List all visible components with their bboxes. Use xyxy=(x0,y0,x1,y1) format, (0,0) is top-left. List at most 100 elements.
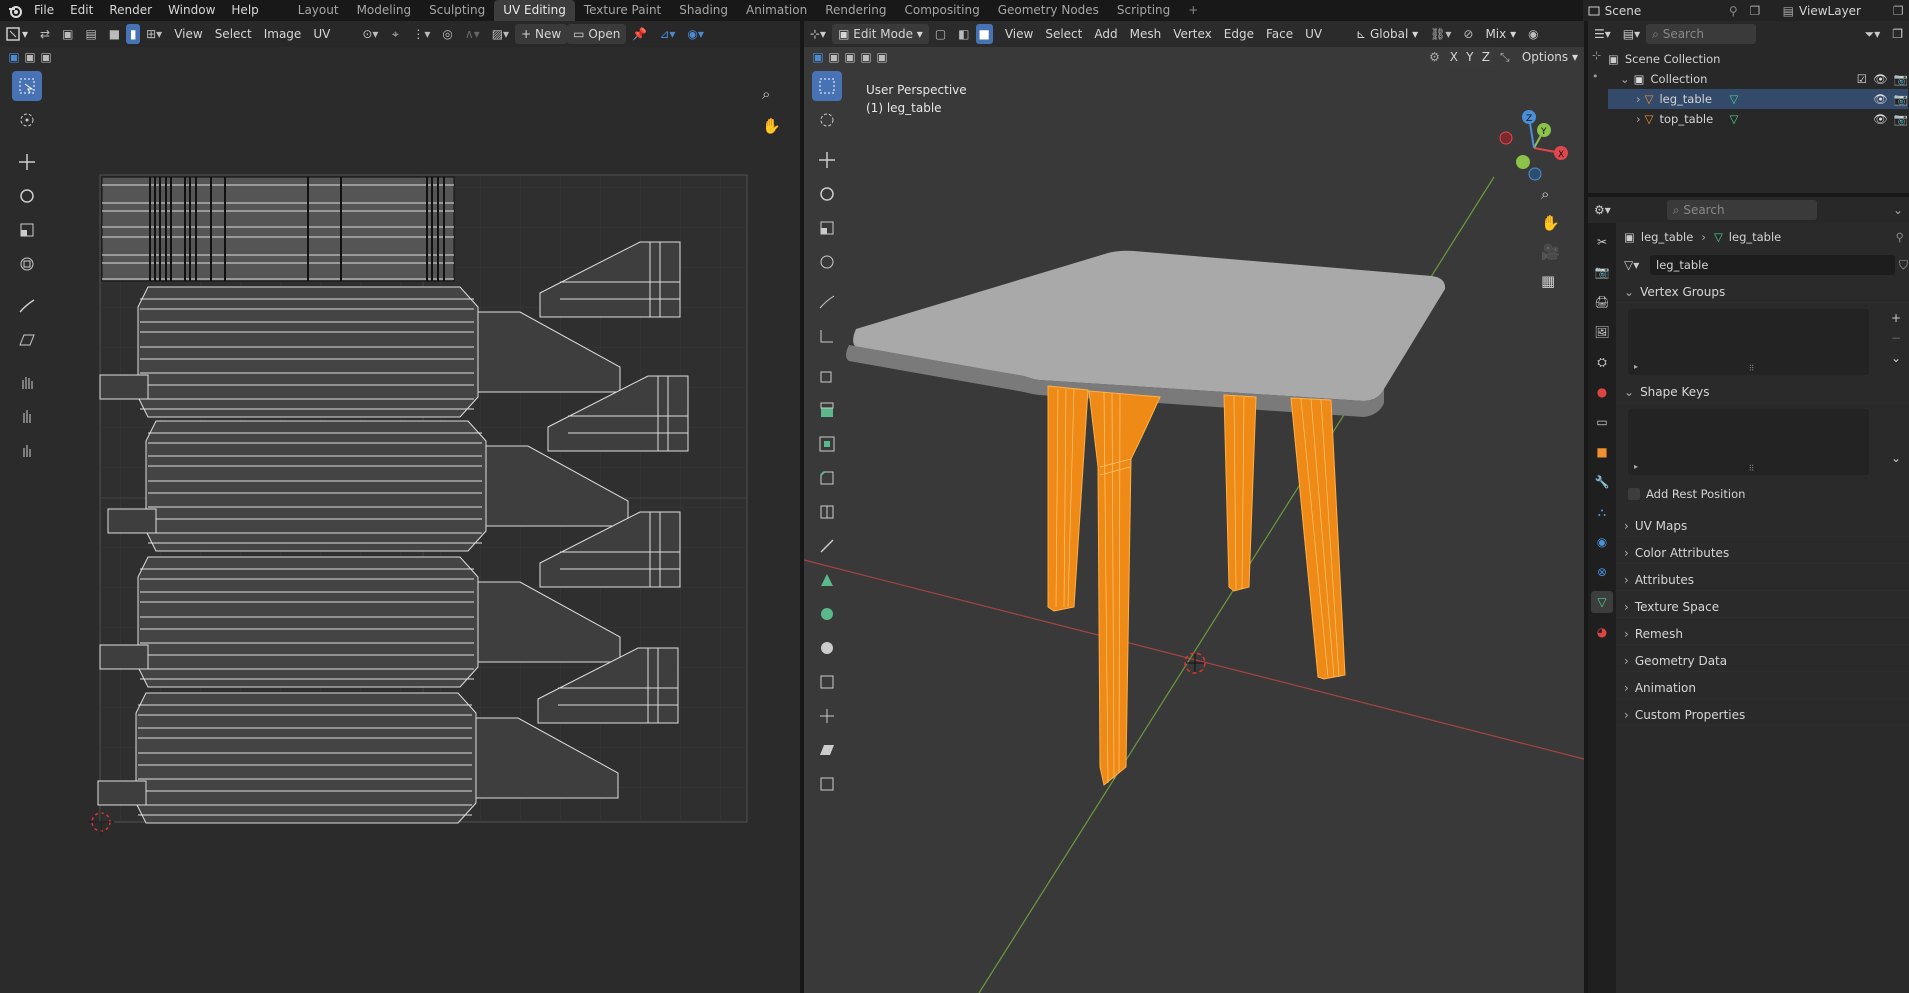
vertex-groups-header[interactable]: ⌄ Vertex Groups xyxy=(1616,281,1909,303)
vp-move-tool[interactable] xyxy=(812,145,842,175)
inset-tool[interactable] xyxy=(812,429,842,459)
tab-rendering[interactable]: Rendering xyxy=(816,0,895,21)
menu-edit[interactable]: Edit xyxy=(62,0,101,21)
new-view-layer-icon[interactable]: ❐ xyxy=(1887,0,1909,22)
uv-select-menu[interactable]: Select xyxy=(209,24,258,44)
orientation-dropdown[interactable]: ⊾ Global ▾ xyxy=(1350,24,1424,44)
top-table-visibility-icon[interactable]: 👁 xyxy=(1873,112,1888,126)
object-tab-icon[interactable]: ■ xyxy=(1591,441,1613,463)
tab-layout[interactable]: Layout xyxy=(289,0,348,21)
vp-transform-tool[interactable] xyxy=(812,247,842,277)
render-tab-icon[interactable]: 📷 xyxy=(1591,261,1613,283)
viewport-editor-type-button[interactable]: ⊹▾ xyxy=(804,24,832,44)
mirror-icon[interactable]: ⚙ xyxy=(1423,47,1446,67)
add-rest-position-row[interactable]: Add Rest Position xyxy=(1628,483,1909,505)
editor-type-button[interactable]: ▾ xyxy=(0,24,34,44)
view-layer-tab-icon[interactable]: 🖼 xyxy=(1591,321,1613,343)
new-collection-icon[interactable]: ❐ xyxy=(1886,24,1909,44)
top-table-data-icon[interactable]: ▽ xyxy=(1729,112,1873,126)
viewport-add-menu[interactable]: Add xyxy=(1088,24,1123,44)
vp-selection-intersect-icon[interactable]: ▣ xyxy=(874,47,890,67)
scene-collection-row[interactable]: ▣ Scene Collection xyxy=(1608,49,1908,69)
mesh-data-browse-icon[interactable]: ▽▾ xyxy=(1624,258,1650,272)
pivot-point-icon[interactable]: ⛓▾ xyxy=(1424,24,1457,44)
tab-compositing[interactable]: Compositing xyxy=(895,0,988,21)
edge-slide-tool[interactable] xyxy=(812,667,842,697)
shape-keys-resize-handle[interactable]: ⠿ xyxy=(1749,464,1755,473)
tab-texture-paint[interactable]: Texture Paint xyxy=(575,0,670,21)
options-dropdown[interactable]: Options ▾ xyxy=(1516,47,1584,67)
outliner-item-leg-table[interactable]: › ▽ leg_table ▽ 👁 📷 xyxy=(1608,89,1908,109)
collection-checkbox[interactable]: ☑ xyxy=(1857,72,1867,86)
viewport-mesh-menu[interactable]: Mesh xyxy=(1124,24,1168,44)
display-mode-icon[interactable]: ▤▾ xyxy=(1617,24,1646,44)
vp-annotate-tool[interactable] xyxy=(812,287,842,317)
select-mode-island-icon[interactable]: ▮ xyxy=(126,24,141,44)
uv-canvas[interactable] xyxy=(0,67,800,993)
viewport-uv-menu[interactable]: UV xyxy=(1299,24,1328,44)
outliner-editor-type-button[interactable]: ☰▾ xyxy=(1588,24,1617,44)
snap-icon[interactable]: ⌖ xyxy=(384,24,406,44)
remesh-section[interactable]: › Remesh xyxy=(1616,623,1909,645)
leg-table-mesh[interactable] xyxy=(1047,385,1346,786)
tool-tab-icon[interactable]: ✂ xyxy=(1591,231,1613,253)
gizmo-toggle-icon[interactable]: ⊿▾ xyxy=(653,24,681,44)
select-mode-edge-icon[interactable]: ▤ xyxy=(79,24,102,44)
selection-subtract-icon[interactable]: ▣ xyxy=(38,47,54,67)
vp-pan-icon[interactable]: ✋ xyxy=(1541,214,1560,232)
top-table-mesh[interactable] xyxy=(846,250,1446,417)
viewport-edge-menu[interactable]: Edge xyxy=(1218,24,1260,44)
snap-target-icon[interactable]: ⋮▾ xyxy=(406,24,436,44)
tab-sculpting[interactable]: Sculpting xyxy=(420,0,494,21)
outliner-item-top-table[interactable]: › ▽ top_table ▽ 👁 📷 xyxy=(1608,109,1908,129)
shape-keys-filter-icon[interactable]: ▸ xyxy=(1634,462,1638,471)
viewport-face-menu[interactable]: Face xyxy=(1260,24,1299,44)
vertex-group-specials-button[interactable]: ⌄ xyxy=(1891,351,1901,365)
sticky-select-icon[interactable]: ⊞▾ xyxy=(140,24,168,44)
edge-select-mode-icon[interactable]: ◧ xyxy=(952,24,975,44)
vp-cursor-tool[interactable] xyxy=(812,105,842,135)
tab-uv-editing[interactable]: UV Editing xyxy=(494,0,575,21)
leg-table-render-icon[interactable]: 📷 xyxy=(1894,92,1908,106)
shrink-fatten-tool[interactable] xyxy=(812,701,842,731)
vertex-groups-filter-icon[interactable]: ▸ xyxy=(1634,362,1638,371)
menu-help[interactable]: Help xyxy=(223,0,266,21)
scene-name[interactable]: Scene xyxy=(1605,4,1723,18)
add-cube-tool[interactable] xyxy=(812,361,842,391)
mirror-y-toggle[interactable]: Y xyxy=(1461,47,1478,67)
image-browse-icon[interactable]: ▨▾ xyxy=(486,24,515,44)
knife-tool[interactable] xyxy=(812,531,842,561)
mirror-x-toggle[interactable]: X xyxy=(1445,47,1462,67)
top-table-render-icon[interactable]: 📷 xyxy=(1894,112,1908,126)
vp-scale-tool[interactable] xyxy=(812,213,842,243)
outliner-search-field[interactable]: ⌕ Search xyxy=(1646,24,1757,44)
uv-view-menu[interactable]: View xyxy=(168,24,208,44)
physics-tab-icon[interactable]: ◉ xyxy=(1591,531,1613,553)
selection-extend-icon[interactable]: ▣ xyxy=(22,47,38,67)
vp-measure-tool[interactable] xyxy=(812,321,842,351)
select-mode-face-icon[interactable]: ■ xyxy=(103,24,126,44)
vertex-group-remove-button[interactable]: − xyxy=(1891,331,1901,345)
data-tab-icon[interactable]: ▽ xyxy=(1591,591,1613,613)
collection-render-icon[interactable]: 📷 xyxy=(1894,72,1908,86)
view-layer-name[interactable]: ViewLayer xyxy=(1799,4,1887,18)
breadcrumb-pin-icon[interactable]: ⚲ xyxy=(1896,230,1904,244)
tab-scripting[interactable]: Scripting xyxy=(1108,0,1179,21)
proportional-editing-icon[interactable]: ◉ xyxy=(1522,24,1544,44)
geometry-data-section[interactable]: › Geometry Data xyxy=(1616,650,1909,672)
view-layer-icon[interactable]: ▤ xyxy=(1777,0,1799,22)
constraints-tab-icon[interactable]: ⊗ xyxy=(1591,561,1613,583)
open-image-button[interactable]: ▭ Open xyxy=(567,24,627,44)
mesh-data-name-field[interactable]: leg_table xyxy=(1650,255,1895,275)
poly-build-tool[interactable] xyxy=(812,565,842,595)
tab-geometry-nodes[interactable]: Geometry Nodes xyxy=(989,0,1108,21)
smooth-tool[interactable] xyxy=(812,633,842,663)
vertex-groups-list[interactable]: ▸ ⠿ xyxy=(1628,309,1869,375)
new-image-button[interactable]: + New xyxy=(515,24,568,44)
color-attributes-section[interactable]: › Color Attributes xyxy=(1616,542,1909,564)
leg-table-expand-icon[interactable]: › xyxy=(1636,92,1641,106)
vp-selection-new-icon[interactable]: ▣ xyxy=(810,47,826,67)
face-select-mode-icon[interactable]: ■ xyxy=(975,24,993,44)
collection-row[interactable]: ⌄ ▣ Collection ☑ 👁 📷 xyxy=(1608,69,1908,89)
vp-select-box-tool[interactable] xyxy=(812,71,842,101)
